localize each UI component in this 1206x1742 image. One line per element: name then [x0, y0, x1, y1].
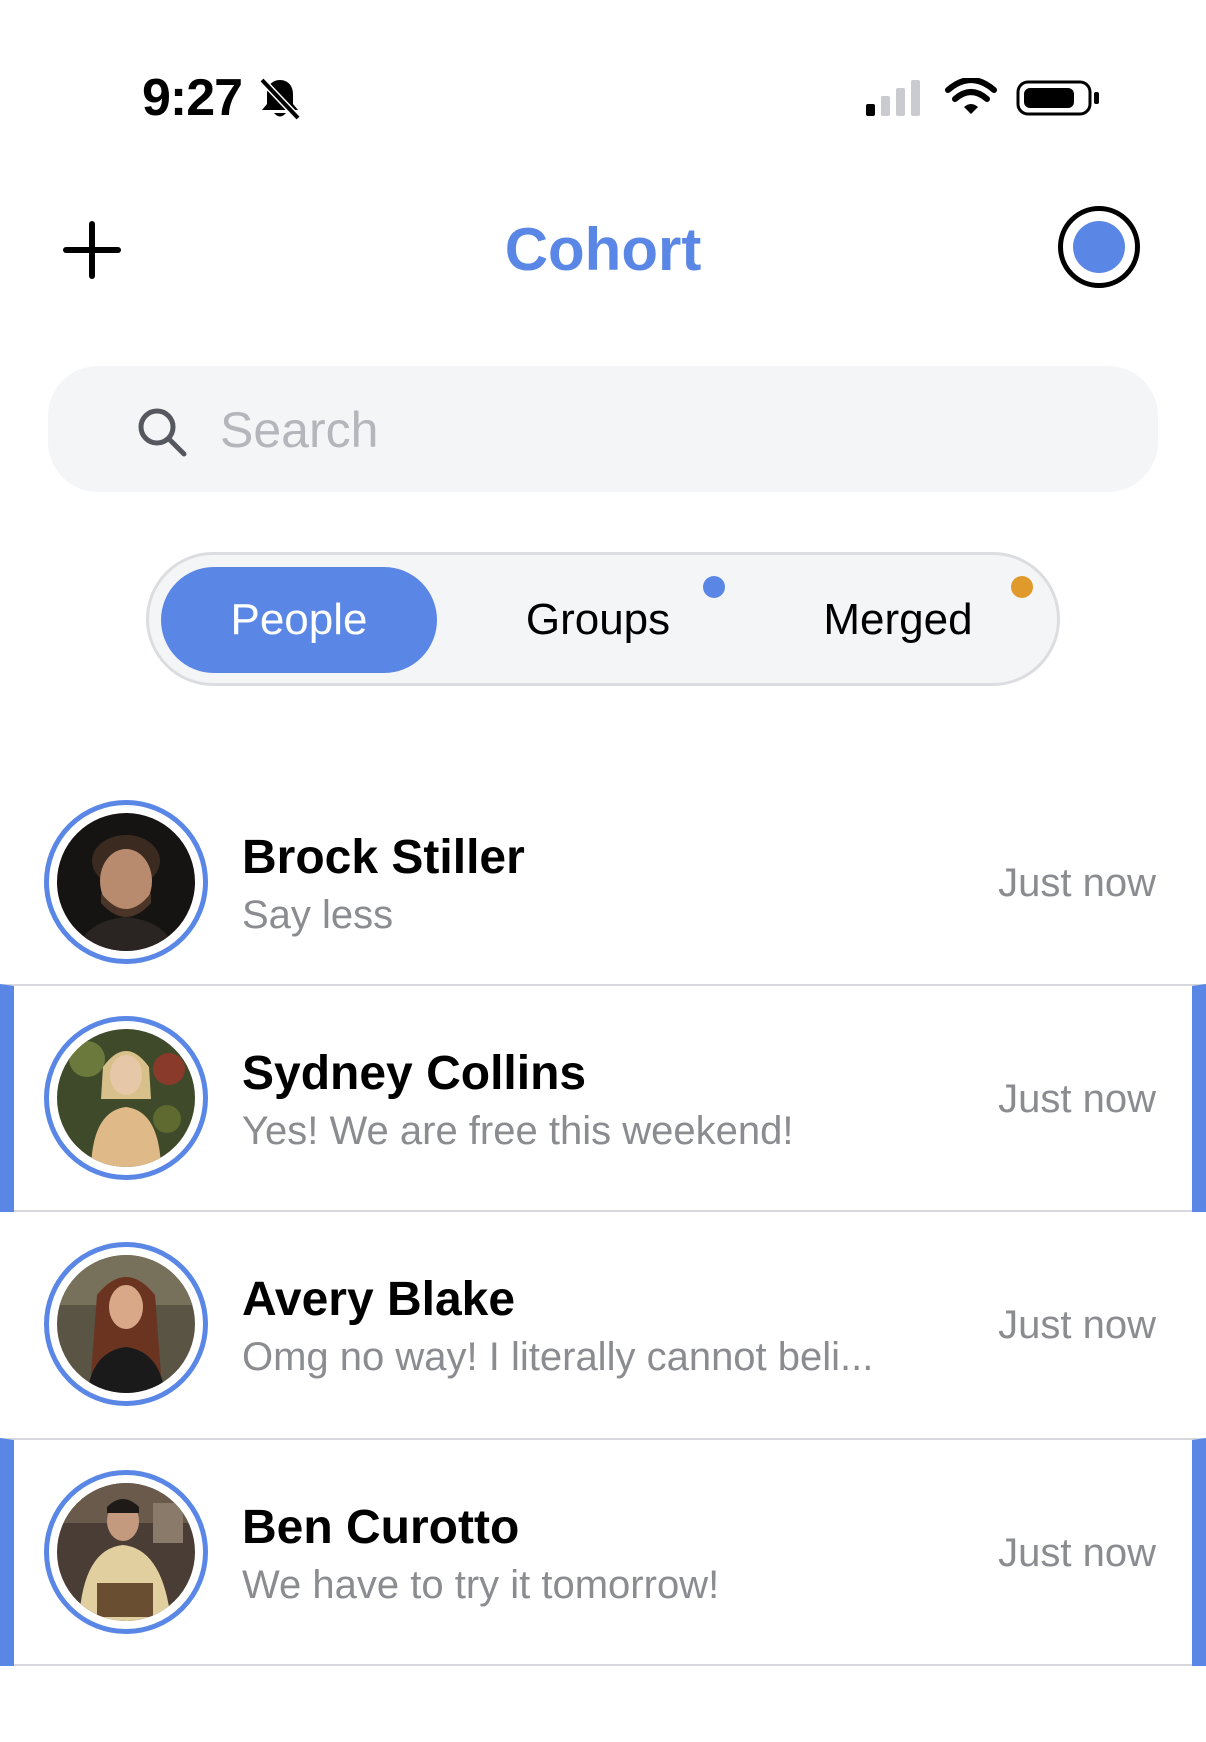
- avatar: [57, 1255, 195, 1393]
- battery-icon: [1016, 80, 1099, 116]
- tab-label: Merged: [823, 595, 973, 644]
- conversation-row[interactable]: Avery Blake Omg no way! I literally cann…: [0, 1212, 1206, 1440]
- cellular-signal-icon: [866, 80, 920, 116]
- avatar-ring: [44, 1470, 208, 1634]
- status-bar: 9:27: [0, 0, 1206, 130]
- avatar-ring: [44, 800, 208, 964]
- message-preview: We have to try it tomorrow!: [242, 1563, 720, 1607]
- tab-merged[interactable]: Merged: [765, 567, 1031, 673]
- avatar: [57, 1029, 195, 1167]
- conversation-row[interactable]: Sydney Collins Yes! We are free this wee…: [0, 984, 1206, 1212]
- merged-notification-dot: [1011, 576, 1033, 598]
- status-time: 9:27: [142, 69, 243, 127]
- message-preview: Yes! We are free this weekend!: [242, 1109, 794, 1153]
- contact-name: Sydney Collins: [242, 1047, 587, 1100]
- wifi-icon: [945, 78, 997, 114]
- tab-label: Groups: [525, 595, 671, 644]
- tab-label: People: [230, 595, 368, 644]
- search-bar[interactable]: [48, 366, 1158, 492]
- bell-slash-icon: [259, 77, 301, 121]
- avatar: [57, 813, 195, 951]
- contact-name: Brock Stiller: [242, 831, 525, 884]
- groups-notification-dot: [703, 576, 725, 598]
- message-time: Just now: [998, 861, 1156, 905]
- message-time: Just now: [998, 1077, 1156, 1121]
- tab-groups[interactable]: Groups: [465, 567, 731, 673]
- segmented-tabs: People Groups Merged: [146, 552, 1060, 686]
- conversation-row[interactable]: Ben Curotto We have to try it tomorrow! …: [0, 1438, 1206, 1666]
- profile-button[interactable]: [1058, 206, 1140, 288]
- profile-circle-icon: [1073, 221, 1125, 273]
- message-time: Just now: [998, 1531, 1156, 1575]
- app-title: Cohort: [504, 216, 702, 283]
- search-input[interactable]: [218, 390, 1102, 470]
- avatar-ring: [44, 1242, 208, 1406]
- contact-name: Avery Blake: [242, 1273, 516, 1326]
- conversation-row[interactable]: Brock Stiller Say less Just now: [0, 770, 1206, 998]
- app-header: Cohort: [0, 190, 1206, 310]
- tab-people[interactable]: People: [161, 567, 437, 673]
- contact-name: Ben Curotto: [242, 1501, 520, 1554]
- search-icon: [138, 408, 187, 457]
- avatar: [57, 1483, 195, 1621]
- message-time: Just now: [998, 1303, 1156, 1347]
- avatar-ring: [44, 1016, 208, 1180]
- message-preview: Say less: [242, 893, 394, 937]
- message-preview: Omg no way! I literally cannot beli...: [242, 1335, 874, 1379]
